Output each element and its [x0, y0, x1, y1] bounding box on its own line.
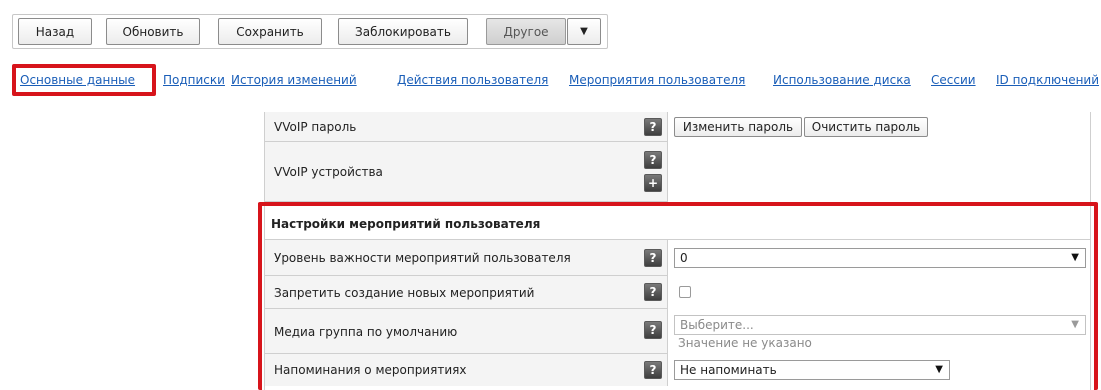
change-password-button[interactable]: Изменить пароль [674, 117, 802, 137]
help-icon[interactable]: ? [644, 361, 662, 379]
forbid-new-label: Запретить создание новых мероприятий [274, 285, 535, 300]
tab-connection-ids[interactable]: ID подключений [996, 70, 1099, 90]
tab-change-history[interactable]: История изменений [231, 70, 357, 90]
help-icon[interactable]: ? [644, 321, 662, 339]
refresh-button[interactable]: Обновить [106, 18, 200, 45]
media-group-placeholder: Выберите... [680, 318, 754, 332]
other-dropdown-button[interactable]: ▼ [567, 18, 601, 45]
importance-select[interactable]: 0 ▼ [674, 248, 1086, 268]
vvoip-password-label: VVoIP пароль [274, 120, 357, 134]
clear-password-button[interactable]: Очистить пароль [804, 117, 928, 137]
value-cell [667, 142, 1090, 202]
vvoip-devices-label: VVoIP устройства [274, 165, 383, 179]
other-button[interactable]: Другое [486, 18, 566, 45]
chevron-down-icon: ▼ [1071, 319, 1079, 330]
add-device-icon[interactable]: + [644, 174, 662, 192]
tab-main-data[interactable]: Основные данные [20, 70, 135, 90]
importance-value: 0 [680, 251, 688, 265]
chevron-down-icon: ▼ [1071, 252, 1079, 263]
help-icon[interactable]: ? [644, 249, 662, 267]
section-title: Настройки мероприятий пользователя [271, 217, 541, 231]
chevron-down-icon: ▼ [935, 364, 943, 375]
value-cell [667, 276, 1090, 309]
tab-user-events[interactable]: Мероприятия пользователя [569, 70, 745, 90]
help-icon[interactable]: ? [644, 283, 662, 301]
back-button[interactable]: Назад [18, 18, 92, 45]
forbid-new-checkbox[interactable] [679, 286, 691, 298]
media-group-select[interactable]: Выберите... ▼ [674, 315, 1086, 335]
help-icon[interactable]: ? [644, 151, 662, 169]
lock-button[interactable]: Заблокировать [338, 18, 468, 45]
save-button[interactable]: Сохранить [218, 18, 322, 45]
reminders-select[interactable]: Не напоминать ▼ [674, 360, 950, 380]
importance-label: Уровень важности мероприятий пользовател… [274, 251, 571, 265]
tab-subscriptions[interactable]: Подписки [163, 70, 225, 90]
chevron-down-icon: ▼ [580, 26, 588, 37]
media-group-label: Медиа группа по умолчанию [274, 324, 458, 339]
media-group-note: Значение не указано [678, 336, 812, 350]
tab-user-actions[interactable]: Действия пользователя [397, 70, 548, 90]
reminders-value: Не напоминать [680, 363, 777, 377]
tab-disk-usage[interactable]: Использование диска [773, 70, 911, 90]
tab-sessions[interactable]: Сессии [931, 70, 976, 90]
reminders-label: Напоминания о мероприятиях [274, 363, 467, 377]
help-icon[interactable]: ? [644, 118, 662, 136]
